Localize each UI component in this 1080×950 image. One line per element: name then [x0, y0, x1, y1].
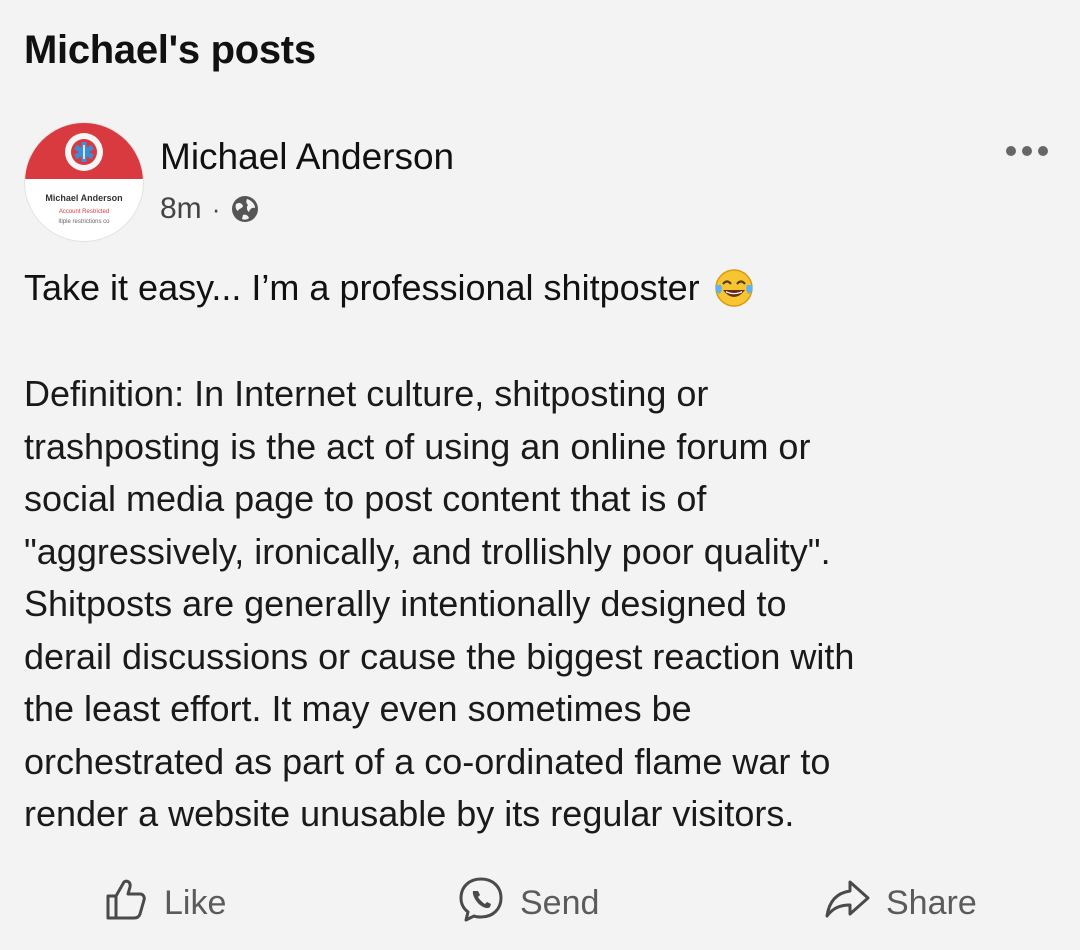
- avatar-name-text: Michael Anderson: [45, 193, 123, 203]
- more-dot: [1038, 146, 1048, 156]
- posts-page: Michael's posts Michael Anderson Account…: [0, 0, 1080, 950]
- post-time[interactable]: 8m: [160, 192, 202, 226]
- star-of-life-icon: [65, 133, 103, 171]
- author-name[interactable]: Michael Anderson: [160, 136, 454, 178]
- post-lead-line: Take it easy... I’m a professional shitp…: [24, 262, 756, 314]
- share-arrow-icon: [822, 874, 872, 933]
- globe-icon[interactable]: [230, 194, 260, 224]
- post-body-text: Definition: In Internet culture, shitpos…: [24, 373, 855, 834]
- avatar-sub-text: ltiple restrictions co: [58, 219, 110, 225]
- avatar[interactable]: Michael Anderson Account Restricted ltip…: [24, 122, 144, 242]
- thumbs-up-icon: [100, 874, 150, 933]
- share-label: Share: [886, 884, 977, 922]
- section-title: Michael's posts: [24, 28, 316, 72]
- avatar-status-text: Account Restricted: [58, 209, 110, 215]
- more-dot: [1022, 146, 1032, 156]
- share-button[interactable]: Share: [822, 874, 977, 933]
- meta-separator: ·: [211, 193, 221, 224]
- post-actions-bar: Like Send Share: [0, 874, 1080, 938]
- send-label: Send: [520, 884, 600, 922]
- post-lead-text: Take it easy... I’m a professional shitp…: [24, 267, 700, 308]
- like-label: Like: [164, 884, 227, 922]
- more-dot: [1006, 146, 1016, 156]
- tears-of-joy-emoji-icon: [712, 266, 756, 310]
- messenger-icon: [456, 874, 506, 933]
- more-options-button[interactable]: [1000, 140, 1054, 162]
- send-button[interactable]: Send: [456, 874, 599, 933]
- post-meta: 8m ·: [160, 192, 260, 226]
- like-button[interactable]: Like: [100, 874, 226, 933]
